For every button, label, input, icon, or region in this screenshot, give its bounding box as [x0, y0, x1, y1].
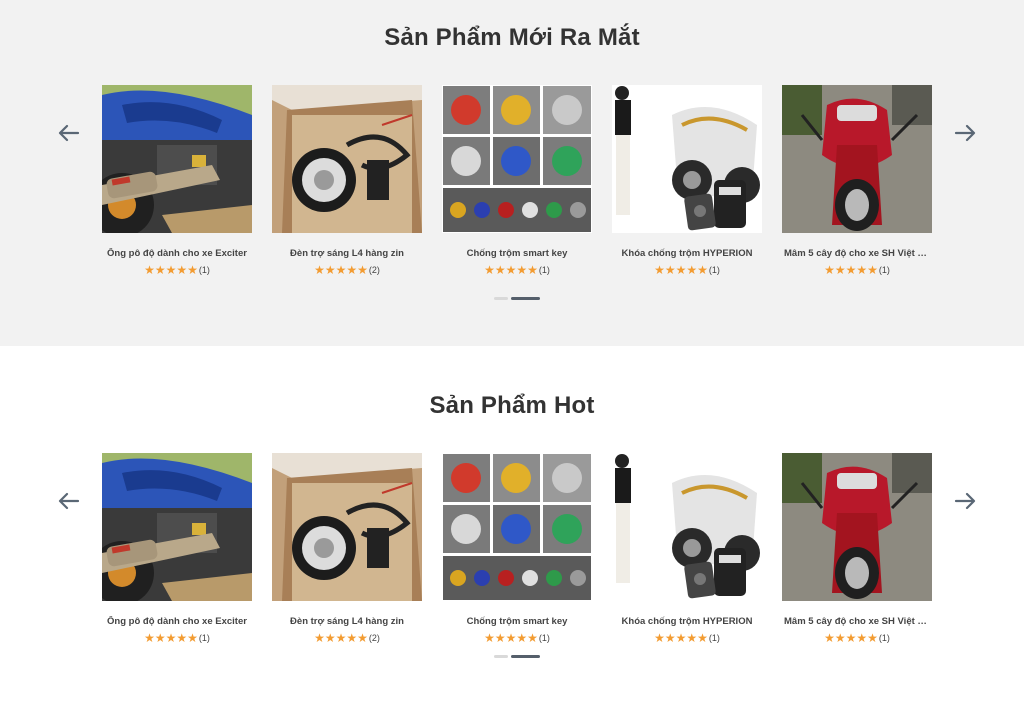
rating-count: (1) — [708, 633, 720, 643]
star-icon: ★★★★★ — [314, 631, 368, 645]
product-card[interactable]: Đèn trợ sáng L4 hàng zin ★★★★★ (2) — [272, 85, 422, 277]
arrow-left-icon — [58, 492, 80, 510]
rating-count: (1) — [198, 265, 210, 275]
carousel-next-button[interactable] — [953, 489, 977, 513]
product-image-exhaust[interactable] — [102, 85, 252, 233]
product-image-smartkey[interactable] — [442, 85, 592, 233]
product-rating: ★★★★★ (1) — [782, 263, 932, 277]
star-icon: ★★★★★ — [824, 631, 878, 645]
carousel-pagination — [494, 297, 540, 300]
product-image-smartkey[interactable] — [442, 453, 592, 601]
product-name[interactable]: Chống trộm smart key — [442, 616, 592, 627]
arrow-left-icon — [58, 124, 80, 142]
product-rating: ★★★★★ (2) — [272, 631, 422, 645]
product-card[interactable]: Ống pô độ dành cho xe Exciter ★★★★★ (1) — [102, 85, 252, 277]
carousel-dot-2-active[interactable] — [511, 655, 540, 658]
product-card[interactable]: Đèn trợ sáng L4 hàng zin ★★★★★ (2) — [272, 453, 422, 645]
carousel-dot-2-active[interactable] — [511, 297, 540, 300]
product-image-exhaust[interactable] — [102, 453, 252, 601]
product-rating: ★★★★★ (1) — [442, 263, 592, 277]
product-rating: ★★★★★ (2) — [272, 263, 422, 277]
rating-count: (2) — [368, 265, 380, 275]
product-rating: ★★★★★ (1) — [442, 631, 592, 645]
star-icon: ★★★★★ — [824, 263, 878, 277]
rating-count: (1) — [538, 633, 550, 643]
product-name[interactable]: Ống pô độ dành cho xe Exciter — [102, 616, 252, 627]
product-rating: ★★★★★ (1) — [612, 631, 762, 645]
new-products-section: Sản Phẩm Mới Ra Mắt Ống pô độ dành cho x… — [0, 0, 1024, 346]
product-image-lock[interactable] — [612, 85, 762, 233]
product-name[interactable]: Mâm 5 cây độ cho xe SH Việt Na... — [782, 248, 932, 259]
product-image-light[interactable] — [272, 85, 422, 233]
product-carousel: Ống pô độ dành cho xe Exciter ★★★★★ (1) — [102, 453, 932, 645]
section-title: Sản Phẩm Hot — [429, 392, 595, 419]
star-icon: ★★★★★ — [144, 263, 198, 277]
star-icon: ★★★★★ — [314, 263, 368, 277]
product-card[interactable]: Chống trộm smart key ★★★★★ (1) — [442, 453, 592, 645]
product-name[interactable]: Khóa chống trộm HYPERION — [612, 616, 762, 627]
star-icon: ★★★★★ — [484, 263, 538, 277]
rating-count: (1) — [708, 265, 720, 275]
product-rating: ★★★★★ (1) — [782, 631, 932, 645]
product-image-wheel[interactable] — [782, 85, 932, 233]
carousel-pagination — [494, 655, 540, 658]
product-card[interactable]: Chống trộm smart key ★★★★★ (1) — [442, 85, 592, 277]
product-image-light[interactable] — [272, 453, 422, 601]
rating-count: (1) — [878, 633, 890, 643]
product-card[interactable]: Ống pô độ dành cho xe Exciter ★★★★★ (1) — [102, 453, 252, 645]
product-card[interactable]: Mâm 5 cây độ cho xe SH Việt Na... ★★★★★ … — [782, 453, 932, 645]
product-card[interactable]: Khóa chống trộm HYPERION ★★★★★ (1) — [612, 453, 762, 645]
section-title: Sản Phẩm Mới Ra Mắt — [384, 24, 640, 51]
star-icon: ★★★★★ — [484, 631, 538, 645]
product-card[interactable]: Khóa chống trộm HYPERION ★★★★★ (1) — [612, 85, 762, 277]
product-carousel: Ống pô độ dành cho xe Exciter ★★★★★ (1) — [102, 85, 932, 277]
carousel-dot-1[interactable] — [494, 297, 508, 300]
star-icon: ★★★★★ — [654, 263, 708, 277]
product-image-wheel[interactable] — [782, 453, 932, 601]
carousel-prev-button[interactable] — [57, 489, 81, 513]
product-rating: ★★★★★ (1) — [102, 263, 252, 277]
product-rating: ★★★★★ (1) — [102, 631, 252, 645]
product-name[interactable]: Ống pô độ dành cho xe Exciter — [102, 248, 252, 259]
rating-count: (1) — [198, 633, 210, 643]
star-icon: ★★★★★ — [144, 631, 198, 645]
carousel-prev-button[interactable] — [57, 121, 81, 145]
carousel-next-button[interactable] — [953, 121, 977, 145]
product-rating: ★★★★★ (1) — [612, 263, 762, 277]
product-image-lock[interactable] — [612, 453, 762, 601]
product-name[interactable]: Khóa chống trộm HYPERION — [612, 248, 762, 259]
rating-count: (1) — [538, 265, 550, 275]
arrow-right-icon — [954, 124, 976, 142]
arrow-right-icon — [954, 492, 976, 510]
carousel-dot-1[interactable] — [494, 655, 508, 658]
product-name[interactable]: Chống trộm smart key — [442, 248, 592, 259]
product-name[interactable]: Đèn trợ sáng L4 hàng zin — [272, 248, 422, 259]
product-card[interactable]: Mâm 5 cây độ cho xe SH Việt Na... ★★★★★ … — [782, 85, 932, 277]
product-name[interactable]: Đèn trợ sáng L4 hàng zin — [272, 616, 422, 627]
product-name[interactable]: Mâm 5 cây độ cho xe SH Việt Na... — [782, 616, 932, 627]
star-icon: ★★★★★ — [654, 631, 708, 645]
rating-count: (2) — [368, 633, 380, 643]
rating-count: (1) — [878, 265, 890, 275]
hot-products-section: Sản Phẩm Hot Ống pô độ dành cho xe Excit… — [0, 346, 1024, 704]
